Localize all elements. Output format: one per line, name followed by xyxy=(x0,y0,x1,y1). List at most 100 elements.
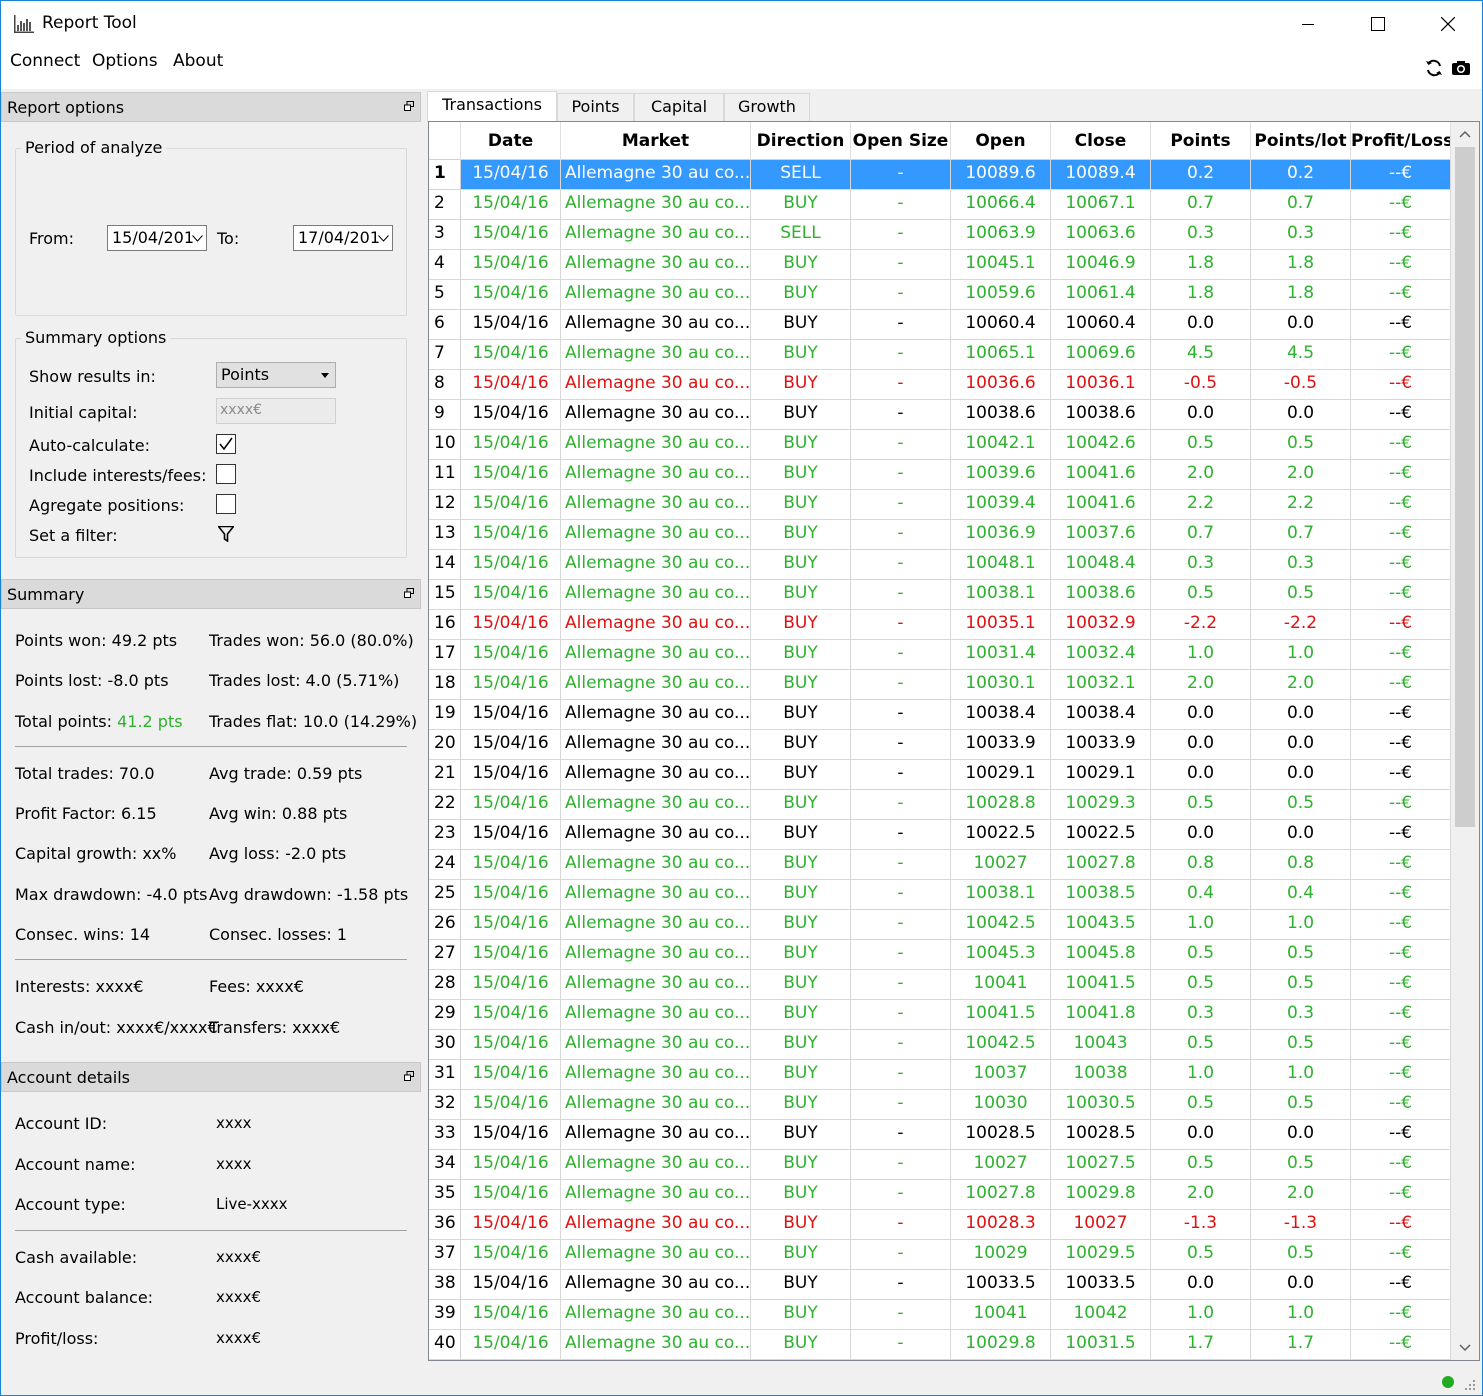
scroll-up-icon[interactable] xyxy=(1459,130,1471,138)
column-header-profit-loss[interactable]: Profit/Loss xyxy=(1351,122,1451,160)
menu-about[interactable]: About xyxy=(173,51,223,71)
to-date-field[interactable]: 17/04/201 xyxy=(293,225,393,251)
tab-growth[interactable]: Growth xyxy=(724,93,810,121)
close-button[interactable] xyxy=(1413,1,1483,47)
float-icon[interactable] xyxy=(404,1071,414,1081)
table-row[interactable]: 18 15/04/16 Allemagne 30 au co... BUY -10030… xyxy=(429,670,1451,700)
cell-market: Allemagne 30 au co... xyxy=(561,910,751,940)
maximize-button[interactable] xyxy=(1343,1,1413,47)
table-row[interactable]: 1 15/04/16 Allemagne 30 au co... SELL -10089… xyxy=(429,160,1451,190)
cell-profit-loss: --€ xyxy=(1351,1090,1451,1120)
cell-close: 10061.4 xyxy=(1051,280,1151,310)
menu-options[interactable]: Options xyxy=(92,51,158,71)
show-results-select[interactable]: Points xyxy=(216,362,336,388)
table-row[interactable]: 11 15/04/16 Allemagne 30 au co... BUY -10039… xyxy=(429,460,1451,490)
initial-capital-input[interactable]: xxxx€ xyxy=(216,398,336,424)
cell-date: 15/04/16 xyxy=(461,1120,561,1150)
cell-open-size: - xyxy=(851,520,951,550)
tab-points[interactable]: Points xyxy=(557,93,634,121)
cell-open: 10042.5 xyxy=(951,1030,1051,1060)
table-row[interactable]: 28 15/04/16 Allemagne 30 au co... BUY -10041… xyxy=(429,970,1451,1000)
cell-date: 15/04/16 xyxy=(461,760,561,790)
table-row[interactable]: 14 15/04/16 Allemagne 30 au co... BUY -10048… xyxy=(429,550,1451,580)
cell-points-per-lot: 0.5 xyxy=(1251,790,1351,820)
vertical-scrollbar[interactable] xyxy=(1451,122,1479,1360)
table-row[interactable]: 12 15/04/16 Allemagne 30 au co... BUY -10039… xyxy=(429,490,1451,520)
table-row[interactable]: 2 15/04/16 Allemagne 30 au co... BUY -10066.… xyxy=(429,190,1451,220)
auto-calculate-checkbox[interactable] xyxy=(216,434,236,454)
cell-rownum: 9 xyxy=(429,400,461,430)
cell-profit-loss: --€ xyxy=(1351,880,1451,910)
tab-capital[interactable]: Capital xyxy=(634,93,724,121)
table-row[interactable]: 22 15/04/16 Allemagne 30 au co... BUY -10028… xyxy=(429,790,1451,820)
table-row[interactable]: 36 15/04/16 Allemagne 30 au co... BUY -10028… xyxy=(429,1210,1451,1240)
cell-open-size: - xyxy=(851,1180,951,1210)
from-date-field[interactable]: 15/04/201 xyxy=(107,225,207,251)
column-header-close[interactable]: Close xyxy=(1051,122,1151,160)
resize-grip-icon[interactable] xyxy=(1464,1379,1476,1391)
scroll-down-icon[interactable] xyxy=(1459,1344,1471,1352)
table-row[interactable]: 23 15/04/16 Allemagne 30 au co... BUY -10022… xyxy=(429,820,1451,850)
cell-rownum: 26 xyxy=(429,910,461,940)
agregate-positions-checkbox[interactable] xyxy=(216,494,236,514)
table-row[interactable]: 3 15/04/16 Allemagne 30 au co... SELL -10063… xyxy=(429,220,1451,250)
cell-open-size: - xyxy=(851,400,951,430)
tab-transactions[interactable]: Transactions xyxy=(427,91,557,122)
column-header-open-size[interactable]: Open Size xyxy=(851,122,951,160)
column-header-market[interactable]: Market xyxy=(561,122,751,160)
table-row[interactable]: 35 15/04/16 Allemagne 30 au co... BUY -10027… xyxy=(429,1180,1451,1210)
camera-icon[interactable] xyxy=(1451,58,1471,78)
table-row[interactable]: 29 15/04/16 Allemagne 30 au co... BUY -10041… xyxy=(429,1000,1451,1030)
table-row[interactable]: 26 15/04/16 Allemagne 30 au co... BUY -10042… xyxy=(429,910,1451,940)
table-row[interactable]: 8 15/04/16 Allemagne 30 au co... BUY -10036.… xyxy=(429,370,1451,400)
cell-points-per-lot: 1.8 xyxy=(1251,250,1351,280)
table-row[interactable]: 24 15/04/16 Allemagne 30 au co... BUY -10027… xyxy=(429,850,1451,880)
column-header-direction[interactable]: Direction xyxy=(751,122,851,160)
column-header-open[interactable]: Open xyxy=(951,122,1051,160)
table-row[interactable]: 19 15/04/16 Allemagne 30 au co... BUY -10038… xyxy=(429,700,1451,730)
cell-points-per-lot: 0.0 xyxy=(1251,310,1351,340)
include-interests-checkbox[interactable] xyxy=(216,464,236,484)
float-icon[interactable] xyxy=(404,588,414,598)
table-row[interactable]: 13 15/04/16 Allemagne 30 au co... BUY -10036… xyxy=(429,520,1451,550)
table-row[interactable]: 17 15/04/16 Allemagne 30 au co... BUY -10031… xyxy=(429,640,1451,670)
table-row[interactable]: 31 15/04/16 Allemagne 30 au co... BUY -10037… xyxy=(429,1060,1451,1090)
table-row[interactable]: 9 15/04/16 Allemagne 30 au co... BUY -10038.… xyxy=(429,400,1451,430)
menu-connect[interactable]: Connect xyxy=(10,51,80,71)
table-row[interactable]: 27 15/04/16 Allemagne 30 au co... BUY -10045… xyxy=(429,940,1451,970)
cell-date: 15/04/16 xyxy=(461,400,561,430)
table-row[interactable]: 38 15/04/16 Allemagne 30 au co... BUY -10033… xyxy=(429,1270,1451,1300)
table-row[interactable]: 37 15/04/16 Allemagne 30 au co... BUY -10029… xyxy=(429,1240,1451,1270)
cell-profit-loss: --€ xyxy=(1351,160,1451,190)
table-row[interactable]: 40 15/04/16 Allemagne 30 au co... BUY -10029… xyxy=(429,1330,1451,1360)
max-drawdown: Max drawdown: -4.0 pts xyxy=(15,885,208,904)
table-row[interactable]: 30 15/04/16 Allemagne 30 au co... BUY -10042… xyxy=(429,1030,1451,1060)
table-row[interactable]: 34 15/04/16 Allemagne 30 au co... BUY -10027… xyxy=(429,1150,1451,1180)
table-row[interactable]: 5 15/04/16 Allemagne 30 au co... BUY -10059.… xyxy=(429,280,1451,310)
table-row[interactable]: 39 15/04/16 Allemagne 30 au co... BUY -10041… xyxy=(429,1300,1451,1330)
cell-direction: BUY xyxy=(751,310,851,340)
scrollbar-thumb[interactable] xyxy=(1455,147,1475,827)
cell-profit-loss: --€ xyxy=(1351,310,1451,340)
column-header-points[interactable]: Points xyxy=(1151,122,1251,160)
table-row[interactable]: 6 15/04/16 Allemagne 30 au co... BUY -10060.… xyxy=(429,310,1451,340)
float-icon[interactable] xyxy=(404,101,414,111)
table-row[interactable]: 33 15/04/16 Allemagne 30 au co... BUY -10028… xyxy=(429,1120,1451,1150)
table-row[interactable]: 10 15/04/16 Allemagne 30 au co... BUY -10042… xyxy=(429,430,1451,460)
filter-icon[interactable] xyxy=(218,526,234,542)
table-row[interactable]: 4 15/04/16 Allemagne 30 au co... BUY -10045.… xyxy=(429,250,1451,280)
table-row[interactable]: 7 15/04/16 Allemagne 30 au co... BUY -10065.… xyxy=(429,340,1451,370)
interests: Interests: xxxx€ xyxy=(15,977,144,996)
table-row[interactable]: 21 15/04/16 Allemagne 30 au co... BUY -10029… xyxy=(429,760,1451,790)
column-header-date[interactable]: Date xyxy=(461,122,561,160)
table-row[interactable]: 25 15/04/16 Allemagne 30 au co... BUY -10038… xyxy=(429,880,1451,910)
table-row[interactable]: 20 15/04/16 Allemagne 30 au co... BUY -10033… xyxy=(429,730,1451,760)
table-row[interactable]: 16 15/04/16 Allemagne 30 au co... BUY -10035… xyxy=(429,610,1451,640)
minimize-button[interactable] xyxy=(1273,1,1343,47)
table-row[interactable]: 15 15/04/16 Allemagne 30 au co... BUY -10038… xyxy=(429,580,1451,610)
cell-direction: BUY xyxy=(751,1090,851,1120)
table-row[interactable]: 32 15/04/16 Allemagne 30 au co... BUY -10030… xyxy=(429,1090,1451,1120)
column-header-points-per-lot[interactable]: Points/lot xyxy=(1251,122,1351,160)
refresh-icon[interactable] xyxy=(1424,58,1444,78)
cell-open-size: - xyxy=(851,1240,951,1270)
